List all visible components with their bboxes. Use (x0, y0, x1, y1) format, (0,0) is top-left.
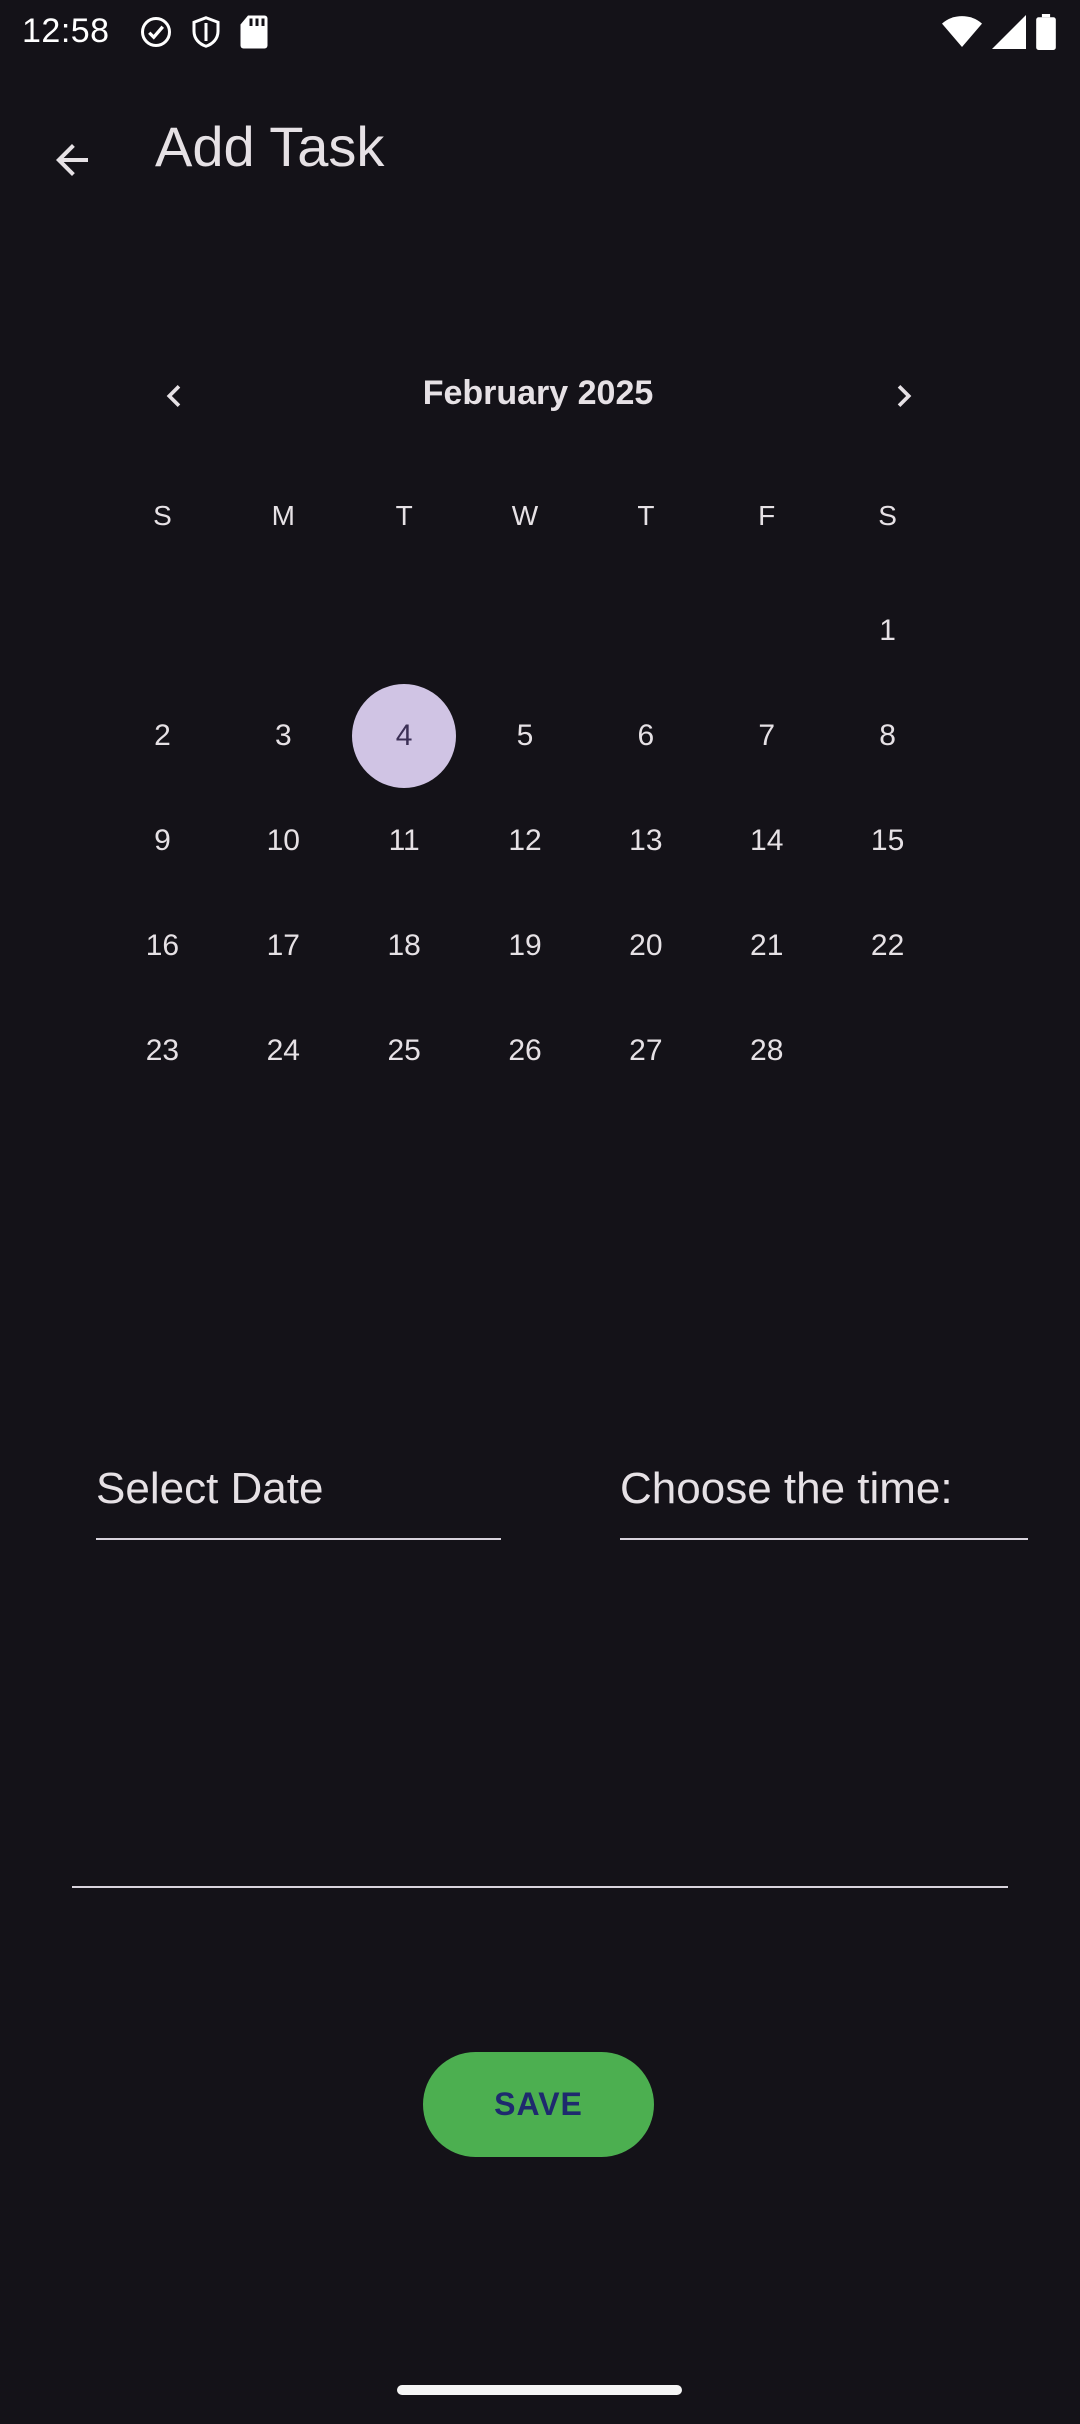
calendar-day[interactable]: 16 (102, 893, 223, 998)
chevron-right-icon (882, 374, 926, 423)
calendar-day[interactable]: 24 (223, 998, 344, 1103)
calendar-day-number: 13 (629, 823, 663, 857)
calendar-day[interactable]: 17 (223, 893, 344, 998)
calendar-day[interactable]: 20 (585, 893, 706, 998)
calendar-days-grid: 1 2 3 4 5 6 7 8 9 10 11 12 13 14 15 16 17 18 19 20 21 22 23 24 2… (102, 578, 948, 1103)
calendar-day[interactable]: 7 (706, 683, 827, 788)
back-button[interactable] (32, 122, 112, 202)
next-month-button[interactable] (866, 360, 942, 436)
weekday-label: W (511, 500, 539, 531)
calendar-day-number: 2 (154, 718, 171, 752)
calendar-day[interactable]: 15 (827, 788, 948, 893)
month-label: February 2025 (422, 374, 654, 412)
page-title: Add Task (155, 115, 385, 178)
calendar-day[interactable]: 21 (706, 893, 827, 998)
calendar-day-number: 1 (879, 613, 896, 647)
calendar-day-number: 9 (154, 823, 171, 857)
status-time: 12:58 (22, 12, 110, 50)
save-button[interactable]: SAVE (423, 2052, 654, 2157)
calendar-day-number: 24 (266, 1033, 300, 1067)
calendar-day-number: 11 (388, 823, 420, 857)
weekday-label: F (758, 500, 776, 531)
select-date-field[interactable]: Select Date (96, 1462, 501, 1540)
check-circle-icon (138, 14, 174, 50)
calendar-day[interactable]: 22 (827, 893, 948, 998)
calendar-day[interactable]: 3 (223, 683, 344, 788)
date-picker-calendar: February 2025 S M T W T F S 1 2 3 4 5 6 7 8 9 10 1… (132, 360, 944, 1067)
weekday-label: S (153, 500, 172, 531)
calendar-day-number: 12 (508, 823, 542, 857)
calendar-week-row: 1 (102, 578, 948, 683)
app-bar: Add Task (0, 64, 1080, 240)
weekday-label: T (395, 500, 413, 531)
choose-time-field[interactable]: Choose the time: (620, 1462, 1028, 1540)
weekday-header: S M T W T F S (102, 500, 948, 532)
calendar-day-number: 6 (637, 718, 655, 752)
battery-icon (1036, 14, 1056, 55)
shield-icon (188, 14, 224, 50)
calendar-day[interactable]: 5 (465, 683, 586, 788)
signal-icon (992, 15, 1026, 54)
calendar-day[interactable]: 14 (706, 788, 827, 893)
calendar-day-number: 28 (750, 1033, 784, 1067)
calendar-day-number: 21 (750, 928, 784, 962)
status-bar: 12:58 (0, 0, 1080, 64)
weekday-label: M (271, 500, 295, 531)
calendar-week-row: 2 3 4 5 6 7 8 (102, 683, 948, 788)
calendar-day-number: 14 (750, 823, 784, 857)
notification-icons (138, 14, 270, 50)
calendar-day-number: 22 (870, 928, 905, 962)
home-indicator[interactable] (397, 2385, 682, 2395)
calendar-day[interactable]: 2 (102, 683, 223, 788)
calendar-day[interactable]: 26 (465, 998, 586, 1103)
calendar-day-selected[interactable]: 4 (344, 683, 465, 788)
calendar-day-number: 8 (879, 718, 896, 752)
system-icons (942, 14, 1056, 55)
calendar-day-number: 15 (870, 823, 905, 857)
calendar-day-number: 4 (352, 683, 457, 788)
calendar-day-number: 23 (145, 1033, 180, 1067)
calendar-day[interactable]: 12 (465, 788, 586, 893)
calendar-day[interactable]: 6 (585, 683, 706, 788)
calendar-day[interactable]: 19 (465, 893, 586, 998)
select-date-label: Select Date (96, 1464, 324, 1513)
calendar-day-number: 20 (629, 928, 663, 962)
calendar-day-number: 25 (387, 1033, 421, 1067)
wifi-icon (942, 15, 982, 54)
weekday-label: T (637, 500, 655, 531)
calendar-day[interactable]: 8 (827, 683, 948, 788)
sd-card-icon (238, 14, 270, 50)
calendar-day-number: 18 (387, 928, 421, 962)
calendar-day-number: 26 (508, 1033, 542, 1067)
calendar-day-number: 17 (266, 928, 300, 962)
calendar-week-row: 16 17 18 19 20 21 22 (102, 893, 948, 998)
calendar-day-number: 16 (145, 928, 180, 962)
arrow-back-icon (48, 136, 96, 189)
calendar-day-number: 7 (758, 718, 776, 752)
calendar-week-row: 9 10 11 12 13 14 15 (102, 788, 948, 893)
calendar-day[interactable]: 25 (344, 998, 465, 1103)
calendar-day-number: 27 (629, 1033, 663, 1067)
calendar-day[interactable]: 28 (706, 998, 827, 1103)
calendar-day[interactable]: 10 (223, 788, 344, 893)
calendar-day[interactable]: 1 (827, 578, 948, 683)
calendar-week-row: 23 24 25 26 27 28 (102, 998, 948, 1103)
calendar-day-number: 5 (516, 718, 534, 752)
calendar-day[interactable]: 27 (585, 998, 706, 1103)
calendar-day[interactable]: 9 (102, 788, 223, 893)
weekday-label: S (878, 500, 897, 531)
calendar-day[interactable]: 18 (344, 893, 465, 998)
calendar-day[interactable]: 11 (344, 788, 465, 893)
calendar-header: February 2025 (132, 360, 944, 436)
calendar-day[interactable]: 13 (585, 788, 706, 893)
calendar-day[interactable]: 23 (102, 998, 223, 1103)
task-description-input[interactable] (72, 1600, 1008, 1888)
choose-time-label: Choose the time: (620, 1464, 953, 1513)
add-task-screen: 12:58 Add Task February 2025 S M T W T F… (0, 0, 1080, 2424)
calendar-day-number: 10 (266, 823, 300, 857)
calendar-day-number: 19 (508, 928, 542, 962)
calendar-day-number: 3 (274, 718, 292, 752)
